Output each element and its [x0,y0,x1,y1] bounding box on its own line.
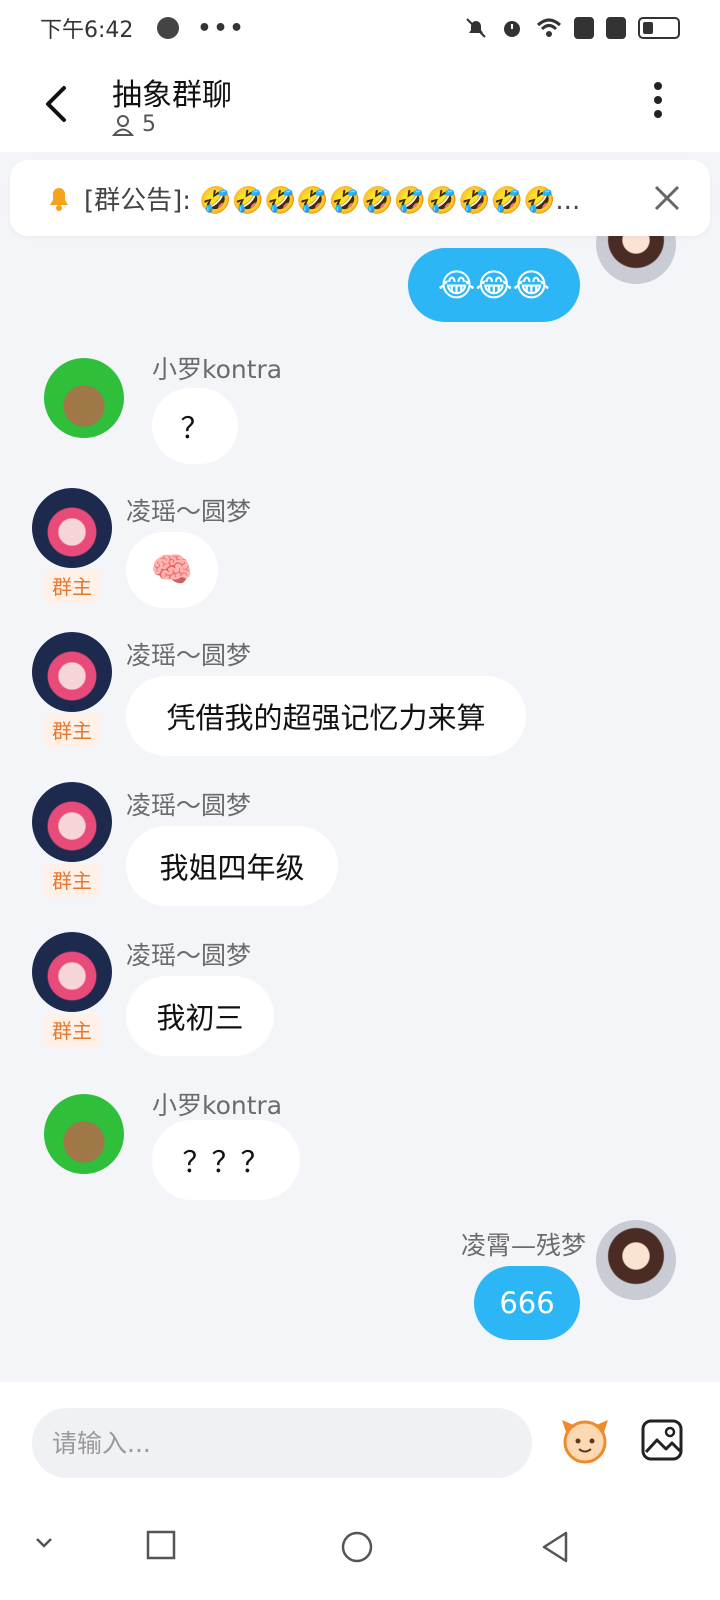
battery-icon [638,17,680,39]
alarm-icon [504,21,520,37]
message-bubble[interactable]: ？？？ [152,1120,300,1200]
sticker-icon[interactable] [556,1414,614,1466]
group-announcement[interactable]: [群公告]: 🤣🤣🤣🤣🤣🤣🤣🤣🤣🤣🤣... [10,160,710,236]
more-icon[interactable] [650,82,666,126]
message-list[interactable]: 😂😂😂 小罗kontra ？ 群主 凌瑶～圆梦 🧠 群主 凌瑶～圆梦 凭借我的超… [0,236,720,1382]
avatar[interactable] [32,782,112,862]
sender-name: 小罗kontra [152,355,283,384]
avatar[interactable] [596,1220,676,1300]
message-bubble[interactable]: 凭借我的超强记忆力来算 [126,676,526,756]
input-bar [0,1382,720,1490]
announcement-text: [群公告]: 🤣🤣🤣🤣🤣🤣🤣🤣🤣🤣🤣... [84,185,581,216]
image-icon[interactable] [640,1418,684,1462]
sender-name: 凌瑶～圆梦 [126,497,252,526]
message-bubble[interactable]: 我姐四年级 [126,826,338,906]
sender-name: 凌瑶～圆梦 [126,941,252,970]
owner-badge: 群主 [44,570,100,604]
sender-name: 凌霄—残梦 [460,1231,586,1260]
status-icons [464,16,680,40]
message-bubble[interactable]: ？ [152,388,238,464]
nav-collapse-icon[interactable] [34,1536,54,1550]
signal-icon-2 [606,17,626,39]
nav-recent-icon[interactable] [146,1530,176,1560]
status-bar: 下午6:42 ••• [0,0,720,56]
member-count[interactable]: 5 [112,112,156,137]
avatar[interactable] [44,1094,124,1174]
avatar[interactable] [32,632,112,712]
signal-icon [574,17,594,39]
avatar[interactable] [32,488,112,568]
sender-name: 凌瑶～圆梦 [126,791,252,820]
owner-badge: 群主 [44,864,100,898]
member-count-value: 5 [142,112,156,137]
owner-badge: 群主 [44,714,100,748]
wifi-icon [536,18,562,37]
message-bubble[interactable]: 我初三 [126,976,274,1056]
person-icon [112,114,134,136]
nav-back-icon[interactable] [540,1530,570,1564]
message-bubble[interactable]: 🧠 [126,532,218,608]
avatar[interactable] [44,358,124,438]
bell-icon [50,188,68,211]
message-bubble[interactable]: 666 [474,1266,580,1340]
sender-name: 凌瑶～圆梦 [126,641,252,670]
chat-header: 抽象群聊 5 [0,56,720,152]
system-nav-bar [0,1490,720,1600]
message-input[interactable] [32,1408,532,1478]
owner-badge: 群主 [44,1014,100,1048]
chat-title: 抽象群聊 [112,78,232,113]
mute-icon [466,18,486,38]
status-time: 下午6:42 [40,18,134,43]
avatar[interactable] [32,932,112,1012]
more-notifications-icon: ••• [197,15,246,41]
nav-home-icon[interactable] [340,1530,374,1564]
sender-name: 小罗kontra [152,1091,283,1120]
avatar[interactable] [596,236,676,284]
close-icon[interactable] [652,183,682,213]
back-icon[interactable] [38,84,74,124]
notification-icon [157,17,180,39]
message-bubble[interactable]: 😂😂😂 [408,248,580,322]
